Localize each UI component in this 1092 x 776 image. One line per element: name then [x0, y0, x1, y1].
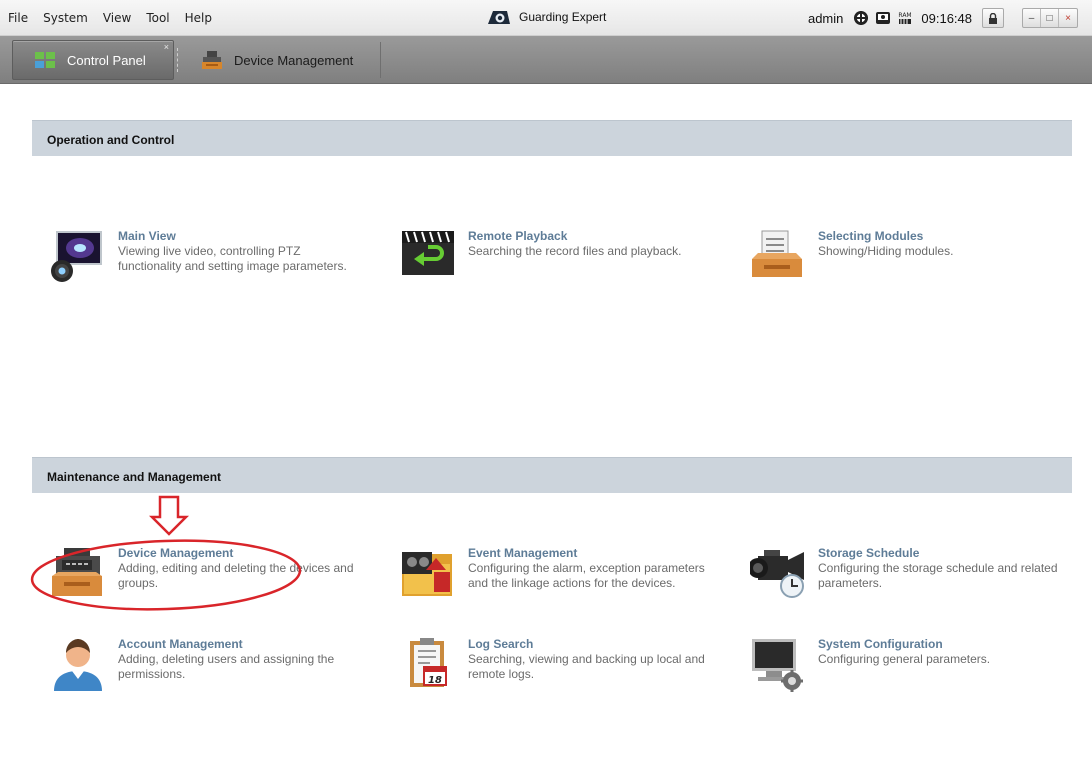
module-main-view[interactable]: Main View Viewing live video, controllin… [50, 229, 350, 299]
app-logo-icon [488, 11, 510, 24]
module-title: System Configuration [818, 637, 943, 651]
module-title: Log Search [468, 637, 534, 651]
tab-control-panel-label: Control Panel [67, 52, 146, 68]
network-icon [854, 11, 869, 25]
module-title: Storage Schedule [818, 546, 920, 560]
tab-control-panel[interactable]: Control Panel × [12, 40, 174, 80]
module-description: Configuring the storage schedule and rel… [818, 561, 1058, 590]
module-account-management[interactable]: Account Management Adding, deleting user… [50, 637, 350, 707]
device-management-icon [202, 51, 222, 69]
tab-device-management-label: Device Management [234, 52, 354, 68]
ram-icon: RAM [899, 12, 912, 24]
device-management-icon [52, 548, 102, 596]
close-button[interactable]: × [1059, 9, 1077, 27]
tab-device-management[interactable]: Device Management [180, 40, 380, 80]
section-title: Maintenance and Management [47, 470, 222, 484]
module-title: Event Management [468, 546, 578, 560]
current-user: admin [807, 10, 844, 26]
module-log-search[interactable]: 18 Log Search Searching, viewing and bac… [400, 637, 705, 707]
control-panel-icon [35, 52, 55, 68]
module-system-configuration[interactable]: System Configuration Configuring general… [750, 637, 1050, 707]
module-storage-schedule[interactable]: Storage Schedule Configuring the storage… [750, 546, 1058, 616]
module-description: Searching, viewing and backing up local … [468, 652, 705, 681]
module-description: Searching the record files and playback. [468, 244, 682, 258]
remote-playback-icon [402, 231, 454, 275]
module-description: Configuring general parameters. [818, 652, 991, 666]
menu-help[interactable]: Help [185, 11, 212, 25]
tab-close-icon[interactable]: × [164, 42, 169, 52]
account-management-icon [54, 639, 102, 691]
tab-divider [380, 42, 381, 78]
log-calendar-day: 18 [428, 675, 442, 686]
module-remote-playback[interactable]: Remote Playback Searching the record fil… [400, 229, 700, 299]
menu-system[interactable]: System [43, 11, 88, 25]
module-title: Selecting Modules [818, 229, 924, 243]
lock-button[interactable] [982, 8, 1004, 28]
module-description: Adding, deleting users and assigning the… [118, 652, 335, 681]
module-title: Remote Playback [468, 229, 568, 243]
module-description: Adding, editing and deleting the devices… [118, 561, 354, 590]
main-view-icon [51, 231, 102, 282]
section-maintenance-and-management: Maintenance and Management [32, 457, 1072, 493]
module-selecting-modules[interactable]: Selecting Modules Showing/Hiding modules… [750, 229, 1050, 299]
system-configuration-icon [752, 639, 803, 692]
maximize-button[interactable]: □ [1041, 9, 1059, 27]
app-title-text: Guarding Expert [519, 10, 607, 24]
minimize-button[interactable]: – [1023, 9, 1041, 27]
app-title: Guarding Expert [487, 9, 606, 25]
module-title: Account Management [118, 637, 243, 651]
clock: 09:16:48 [921, 10, 972, 26]
module-device-management[interactable]: Device Management Adding, editing and de… [50, 546, 354, 616]
menu-tool[interactable]: Tool [146, 11, 169, 25]
menu-view[interactable]: View [103, 11, 131, 25]
section-title: Operation and Control [47, 133, 175, 147]
storage-schedule-icon [750, 550, 804, 598]
lock-icon [989, 12, 997, 24]
hdd-icon [876, 12, 891, 24]
title-bar: File System View Tool Help Guarding Expe… [0, 0, 1092, 36]
selecting-modules-icon [752, 230, 802, 277]
module-description: Viewing live video, controlling PTZ func… [118, 244, 347, 273]
log-search-icon: 18 [410, 638, 447, 687]
module-title: Device Management [118, 546, 234, 560]
section-operation-and-control: Operation and Control [32, 120, 1072, 156]
module-title: Main View [118, 229, 176, 243]
tab-bar: Control Panel × Device Management [0, 36, 1092, 84]
annotation-arrow-icon [148, 495, 190, 536]
ram-label: RAM [899, 12, 912, 19]
window-controls: – □ × [1022, 8, 1078, 28]
module-description: Configuring the alarm, exception paramet… [468, 561, 705, 590]
status-area: admin RAM 09:16:48 – □ × [808, 8, 1078, 28]
event-management-icon [402, 552, 452, 596]
menu-bar: File System View Tool Help [8, 11, 227, 25]
tab-divider [177, 48, 178, 72]
module-description: Showing/Hiding modules. [818, 244, 954, 258]
menu-file[interactable]: File [8, 11, 28, 25]
module-event-management[interactable]: Event Management Configuring the alarm, … [400, 546, 705, 616]
